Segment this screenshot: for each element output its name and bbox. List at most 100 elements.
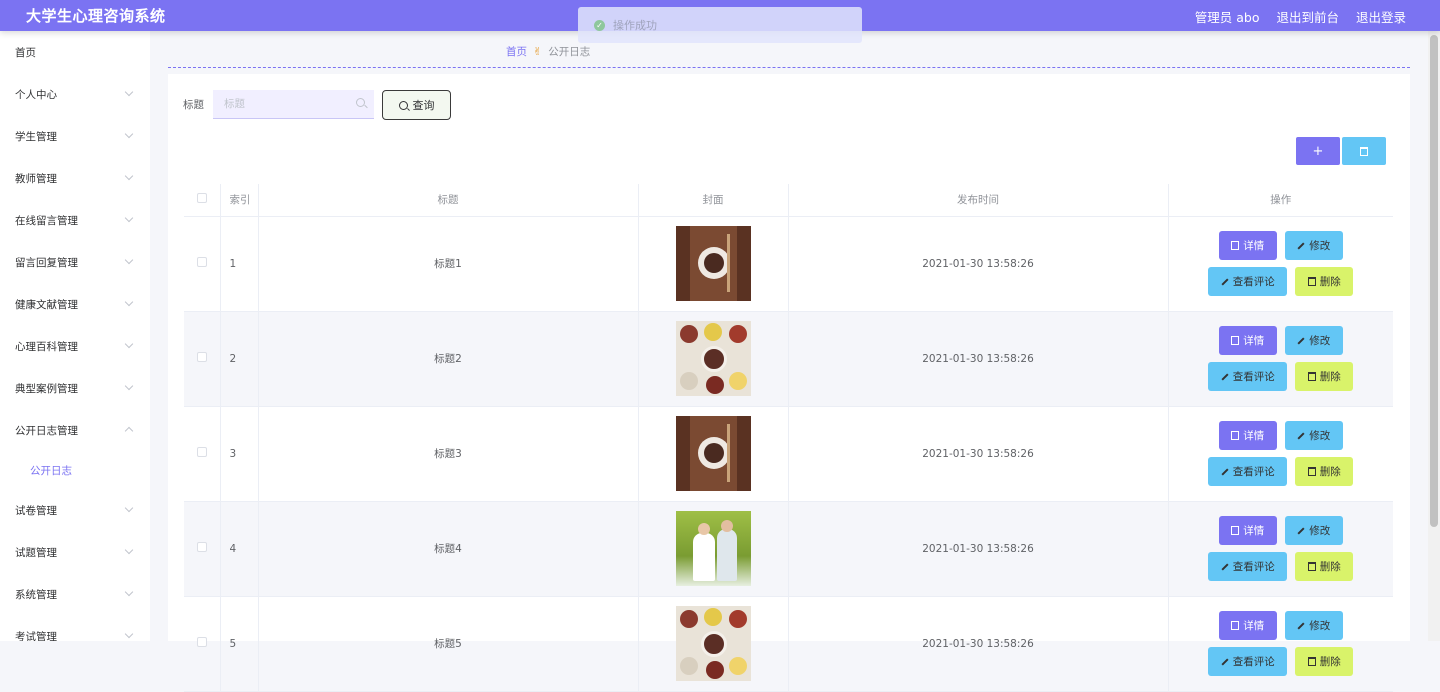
sidebar-item[interactable]: 教师管理 — [0, 157, 150, 199]
row-select-cell — [184, 311, 221, 407]
view-comments-button[interactable]: 查看评论 — [1208, 457, 1288, 486]
cover-image — [675, 321, 751, 396]
delete-button[interactable]: 删除 — [1295, 552, 1354, 581]
row-checkbox[interactable] — [196, 257, 207, 267]
chevron-down-icon — [124, 255, 134, 265]
sidebar-item[interactable]: 心理百科管理 — [0, 325, 150, 367]
breadcrumb-home[interactable]: 首页 — [506, 44, 527, 59]
row-cover — [638, 406, 789, 502]
trash-icon — [1307, 562, 1316, 571]
detail-button[interactable]: 详情 — [1218, 421, 1277, 450]
detail-button[interactable]: 详情 — [1218, 231, 1277, 260]
chevron-down-icon — [124, 129, 134, 139]
sidebar-item[interactable]: 首页 — [0, 31, 150, 73]
action-row: 详情 修改 — [1218, 611, 1343, 640]
document-icon — [1231, 241, 1240, 250]
row-checkbox[interactable] — [196, 637, 207, 647]
detail-button-label: 详情 — [1243, 620, 1265, 632]
select-all-header[interactable] — [184, 184, 221, 217]
pencil-icon — [1221, 372, 1229, 381]
row-title: 标题5 — [258, 596, 639, 692]
trash-icon — [1307, 372, 1316, 381]
sidebar-item[interactable]: 留言回复管理 — [0, 241, 150, 283]
row-action-group: 详情 修改查看评论 删除 — [1169, 421, 1394, 486]
sidebar-item-label: 首页 — [15, 46, 36, 59]
detail-button[interactable]: 详情 — [1218, 516, 1277, 545]
view-comments-button[interactable]: 查看评论 — [1208, 647, 1288, 676]
admin-user-label[interactable]: 管理员 abo — [1195, 7, 1260, 26]
sidebar-item[interactable]: 个人中心 — [0, 73, 150, 115]
action-row: 查看评论 删除 — [1208, 647, 1354, 676]
edit-button[interactable]: 修改 — [1284, 326, 1343, 355]
row-action-group: 详情 修改查看评论 删除 — [1169, 611, 1394, 676]
edit-button[interactable]: 修改 — [1284, 231, 1343, 260]
scrollbar-thumb[interactable] — [1430, 35, 1438, 527]
detail-button[interactable]: 详情 — [1218, 326, 1277, 355]
view-comments-button[interactable]: 查看评论 — [1208, 267, 1288, 296]
sidebar-item[interactable]: 考试管理 — [0, 615, 150, 641]
sidebar-item[interactable]: 试题管理 — [0, 531, 150, 573]
view-comments-button-label: 查看评论 — [1232, 656, 1275, 668]
row-actions: 详情 修改查看评论 删除 — [1168, 216, 1393, 312]
sidebar-item[interactable]: 在线留言管理 — [0, 199, 150, 241]
search-input[interactable] — [213, 90, 374, 118]
trash-icon — [1360, 146, 1368, 156]
sidebar-item[interactable]: 健康文献管理 — [0, 283, 150, 325]
row-index: 1 — [220, 216, 259, 312]
sidebar-item[interactable]: 公开日志管理 — [0, 409, 150, 451]
delete-button[interactable]: 删除 — [1295, 267, 1354, 296]
detail-button-label: 详情 — [1243, 240, 1265, 252]
sidebar-item[interactable]: 系统管理 — [0, 573, 150, 615]
edit-button[interactable]: 修改 — [1284, 611, 1343, 640]
trash-icon — [1307, 277, 1316, 286]
edit-button-label: 修改 — [1309, 430, 1331, 442]
app-title: 大学生心理咨询系统 — [26, 7, 166, 25]
row-publish-time: 2021-01-30 13:58:26 — [788, 501, 1169, 597]
cover-image — [675, 226, 751, 301]
view-comments-button[interactable]: 查看评论 — [1208, 362, 1288, 391]
select-all-checkbox[interactable] — [196, 193, 207, 204]
sidebar-item[interactable]: 试卷管理 — [0, 489, 150, 531]
document-icon — [1231, 621, 1240, 630]
pencil-icon — [1221, 277, 1229, 286]
view-comments-button-label: 查看评论 — [1232, 561, 1275, 573]
logout-link[interactable]: 退出登录 — [1356, 7, 1406, 26]
view-comments-button[interactable]: 查看评论 — [1208, 552, 1288, 581]
delete-button[interactable]: 删除 — [1295, 457, 1354, 486]
page-scrollbar[interactable] — [1428, 31, 1440, 641]
delete-button[interactable]: 删除 — [1295, 362, 1354, 391]
edit-button[interactable]: 修改 — [1284, 421, 1343, 450]
action-row: 详情 修改 — [1218, 231, 1343, 260]
document-icon — [1231, 526, 1240, 535]
row-publish-time: 2021-01-30 13:58:26 — [788, 406, 1169, 502]
sidebar-subitem[interactable]: 公开日志 — [0, 451, 150, 489]
edit-button[interactable]: 修改 — [1284, 516, 1343, 545]
detail-button[interactable]: 详情 — [1218, 611, 1277, 640]
row-checkbox[interactable] — [196, 352, 207, 362]
sidebar-item-label: 在线留言管理 — [15, 214, 78, 227]
cover-image — [675, 416, 751, 491]
action-row: 查看评论 删除 — [1208, 457, 1354, 486]
exit-to-frontend-link[interactable]: 退出到前台 — [1276, 7, 1339, 26]
add-button[interactable]: + — [1296, 137, 1340, 165]
action-row: 查看评论 删除 — [1208, 267, 1354, 296]
query-button[interactable]: 查询 — [382, 90, 451, 120]
row-action-group: 详情 修改查看评论 删除 — [1169, 516, 1394, 581]
delete-button[interactable]: 删除 — [1295, 647, 1354, 676]
detail-button-label: 详情 — [1243, 335, 1265, 347]
row-checkbox[interactable] — [196, 447, 207, 457]
action-row: 查看评论 删除 — [1208, 362, 1354, 391]
row-index: 5 — [220, 596, 259, 692]
delete-button-label: 删除 — [1319, 656, 1341, 668]
table-row: 1 标题1 2021-01-30 13:58:26 详情 修改 查看评论 删除 — [184, 216, 1393, 312]
row-checkbox[interactable] — [196, 542, 207, 552]
delete-button-label: 删除 — [1319, 561, 1341, 573]
sidebar-item[interactable]: 典型案例管理 — [0, 367, 150, 409]
row-index: 2 — [220, 311, 259, 407]
check-circle-icon: ✓ — [594, 19, 605, 31]
sidebar-item[interactable]: 学生管理 — [0, 115, 150, 157]
row-actions: 详情 修改查看评论 删除 — [1168, 311, 1393, 407]
batch-delete-button[interactable] — [1342, 137, 1386, 165]
row-cover — [638, 216, 789, 312]
edit-button-label: 修改 — [1309, 240, 1331, 252]
